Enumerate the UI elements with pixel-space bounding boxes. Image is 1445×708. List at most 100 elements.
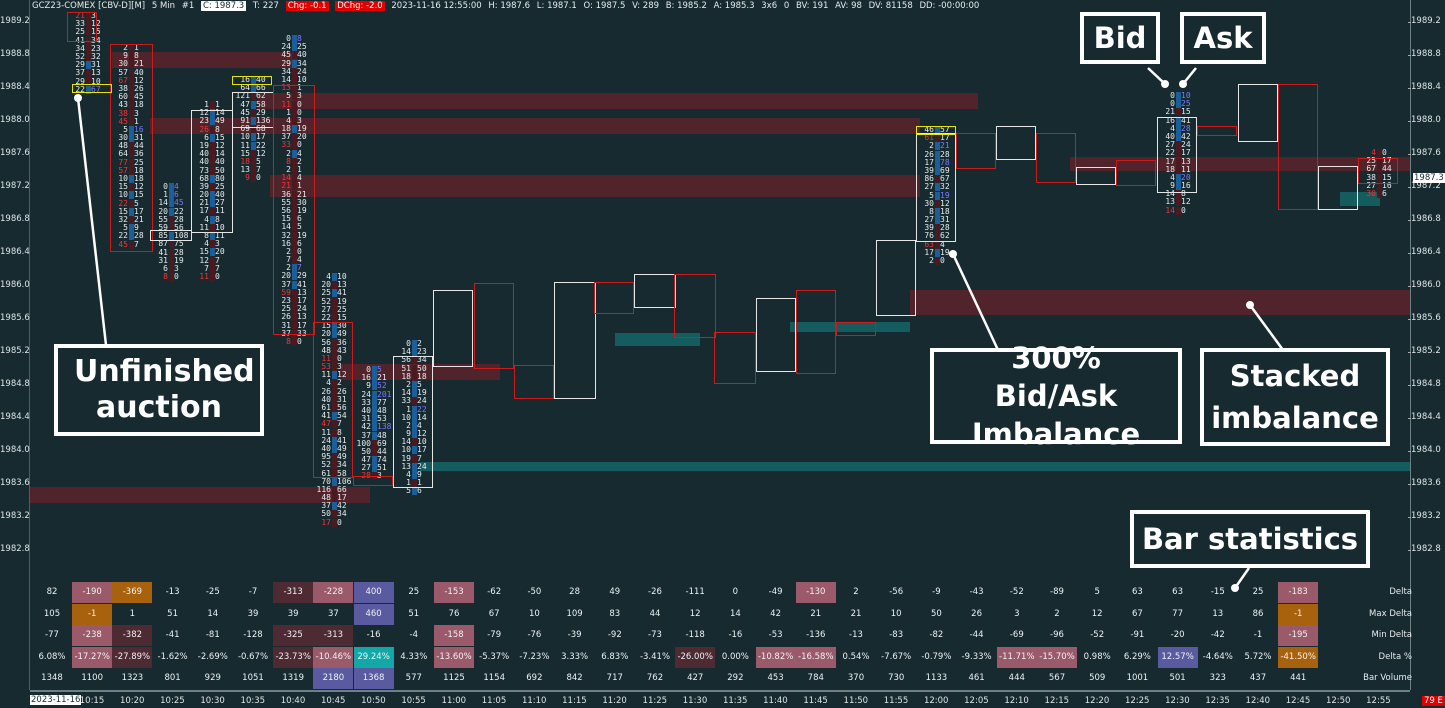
stat-cell: 427 bbox=[687, 673, 704, 683]
time-tick: 12:45 bbox=[1285, 696, 1311, 706]
callout-bid: Bid bbox=[1080, 12, 1160, 64]
time-tick: 11:30 bbox=[682, 696, 708, 706]
stat-cell: 801 bbox=[164, 673, 181, 683]
stat-cell: -7 bbox=[248, 587, 258, 597]
stat-cell: -82 bbox=[929, 630, 944, 640]
stat-cell: 13 bbox=[1212, 608, 1224, 619]
bar-body-box bbox=[956, 133, 996, 169]
stat-cell: 76 bbox=[448, 608, 460, 619]
time-tick: 12:20 bbox=[1084, 696, 1110, 706]
footprint-row: 31 19 bbox=[150, 256, 192, 265]
connector-line bbox=[1147, 67, 1166, 85]
stacked-imbalance-zone bbox=[910, 290, 1410, 315]
footprint-row: 05 bbox=[353, 365, 395, 374]
stat-cell: 50 bbox=[930, 608, 942, 619]
footprint-row: 14 0 bbox=[1157, 206, 1199, 215]
time-tick: 10:50 bbox=[361, 696, 386, 706]
footprint-row: 90 bbox=[232, 174, 274, 183]
bid-volume: 8 bbox=[163, 272, 168, 282]
stat-label: Max Delta bbox=[1369, 608, 1412, 619]
time-tick: 11:45 bbox=[803, 696, 828, 706]
stat-cell: 929 bbox=[204, 673, 221, 683]
footprint-row: 37 13 bbox=[67, 69, 109, 78]
footprint-row: 17 0 bbox=[313, 518, 355, 527]
bid-volume: 5 bbox=[406, 486, 411, 496]
price-axis[interactable]: 1989.2 1988.8 1988.4 1988.0 1987.6 1987.… bbox=[1408, 0, 1445, 580]
stat-cell: -4.64% bbox=[1202, 651, 1233, 662]
stat-cell: -4 bbox=[409, 630, 419, 640]
stat-cell: -13 bbox=[165, 587, 180, 597]
stat-cell: -52 bbox=[1009, 587, 1024, 597]
stat-cell: 37 bbox=[327, 608, 339, 619]
stat-cell: -91 bbox=[1130, 630, 1145, 640]
footprint-row: 24 201 bbox=[353, 390, 395, 399]
time-tick: 11:35 bbox=[722, 696, 748, 706]
stat-cell: -13.60% bbox=[434, 646, 474, 668]
volume-profile-bar bbox=[210, 272, 215, 281]
stat-cell: 28 bbox=[569, 587, 580, 597]
stat-cell: 49 bbox=[609, 587, 621, 597]
callout-text: Ask bbox=[1193, 21, 1253, 55]
daily-volume: DV: 81158 bbox=[868, 1, 913, 11]
stat-cell: -42 bbox=[1210, 630, 1225, 640]
stat-cell: 5.72% bbox=[1244, 651, 1272, 662]
footprint-row: 37 42 bbox=[313, 502, 355, 511]
volume-profile-bar bbox=[332, 518, 337, 527]
footprint-column[interactable]: 0 5 16 21 9 52 24 201 33 77 40 48 31 53 42 138 37 48 100 69… bbox=[353, 365, 395, 481]
stat-cell: -52 bbox=[1090, 630, 1105, 640]
stat-cell: -9.33% bbox=[961, 651, 992, 662]
ask-volume: 0 bbox=[215, 271, 220, 281]
bar-body-box bbox=[1278, 84, 1318, 210]
footprint-row: 29 31 bbox=[67, 60, 109, 70]
footprint-row: 14 10 bbox=[273, 75, 315, 84]
footprint-row: 33 77 bbox=[353, 398, 395, 407]
left-price-label: 1988.8 bbox=[0, 49, 30, 59]
footprint-row: 55 28 bbox=[150, 215, 192, 224]
stat-row: 105 -1 1 51 14 39 39 37 460 51 76 67 10 109 83 44 12 14 42… bbox=[30, 603, 1412, 626]
stat-cell: -313 bbox=[273, 582, 314, 603]
stat-cell: 6.29% bbox=[1123, 651, 1151, 662]
footprint-row: 14 45 bbox=[150, 199, 192, 208]
time-tick: 12:35 bbox=[1205, 696, 1230, 706]
last-price-marker: 1987.3 bbox=[1413, 173, 1445, 183]
callout-text: Stacked imbalance bbox=[1211, 359, 1379, 435]
left-price-label: 1988.0 bbox=[0, 115, 30, 125]
stat-cell: -49 bbox=[768, 587, 783, 597]
bar-body-box bbox=[796, 290, 836, 374]
footprint-row: 21 15 bbox=[1157, 108, 1199, 117]
ask-volume: 0 bbox=[940, 256, 945, 265]
stat-cell: -69 bbox=[1009, 630, 1024, 640]
stat-cell: -20 bbox=[1170, 630, 1185, 640]
stat-cell: -13 bbox=[849, 630, 863, 640]
stat-label: Delta % bbox=[1378, 651, 1412, 662]
stacked-imbalance-zone-teal bbox=[420, 462, 1410, 471]
stat-label: Bar Volume bbox=[1363, 673, 1412, 683]
stat-cell: -228 bbox=[313, 582, 354, 603]
price-tick: 1986.4 bbox=[1408, 247, 1441, 257]
left-price-label: 1986.4 bbox=[0, 247, 30, 257]
stat-cell: 842 bbox=[566, 673, 583, 683]
ticks-count: T: 227 bbox=[252, 1, 279, 11]
time-axis[interactable]: 2023-11-16 10:15 10:20 10:25 10:30 10:35 10:4… bbox=[30, 692, 1410, 708]
bid-volume: 2 bbox=[929, 256, 934, 265]
stat-cell: -16 bbox=[366, 630, 381, 640]
footprint-row: 50 44 bbox=[353, 447, 395, 456]
bid-value: B: 1985.2 bbox=[665, 1, 707, 11]
footprint-row: 24 25 bbox=[273, 42, 315, 52]
open-value: O: 1987.5 bbox=[583, 1, 626, 11]
stat-cell: -23.73% bbox=[273, 646, 314, 668]
stat-cell: 67 bbox=[1131, 608, 1143, 619]
stat-cell: -26 bbox=[648, 587, 662, 597]
stat-cell: -15 bbox=[1210, 587, 1225, 597]
callout-unfinished-auction: Unfinished auction bbox=[54, 344, 264, 436]
bar-body-box bbox=[393, 356, 433, 488]
symbol-label: GCZ23-COMEX [CBV-D][M] bbox=[32, 1, 146, 11]
stat-cell: -26.00% bbox=[675, 646, 716, 668]
volume-profile-bar bbox=[169, 273, 174, 282]
stat-cell: 460 bbox=[353, 603, 394, 625]
callout-text: Bid bbox=[1093, 21, 1147, 55]
stat-cell: 109 bbox=[566, 608, 583, 619]
stat-cell: -39 bbox=[567, 630, 582, 640]
footprint-row: 11 22 bbox=[232, 141, 274, 150]
footprint-row: 13 12 bbox=[1157, 198, 1199, 207]
